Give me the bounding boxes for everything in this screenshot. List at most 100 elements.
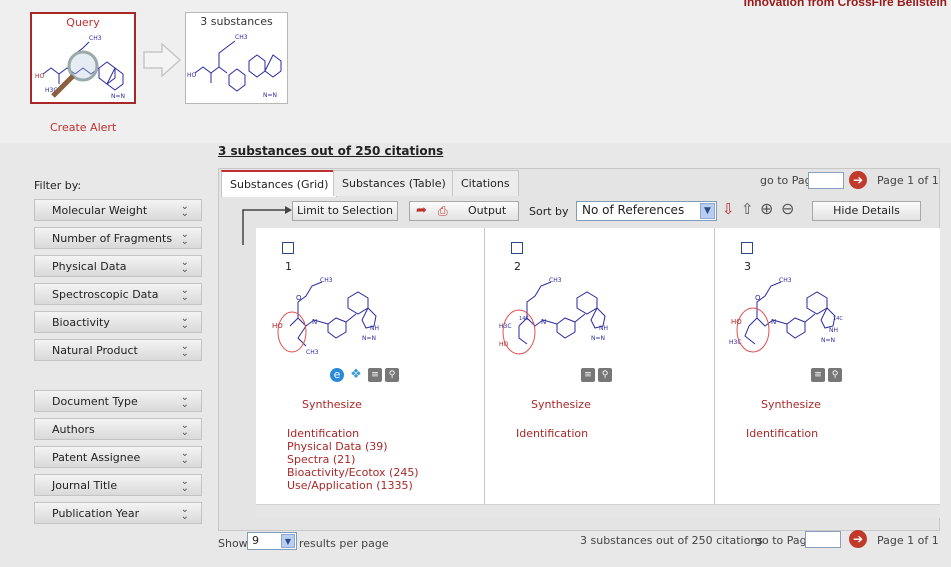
- double-chevron-down-icon: ⌄ ⌄: [180, 341, 189, 359]
- filter-authors[interactable]: Authors ⌄ ⌄: [34, 418, 202, 440]
- output-label: Output: [468, 204, 507, 217]
- sort-descending-icon[interactable]: ⇩: [722, 200, 735, 218]
- physical-data-link[interactable]: Physical Data (39): [287, 440, 419, 453]
- bioactivity-link[interactable]: Bioactivity/Ecotox (245): [287, 466, 419, 479]
- footer-page-info: Page 1 of 1: [877, 534, 939, 547]
- result-summary: 3 substances out of 250 citations: [218, 144, 444, 158]
- tab-substances-table[interactable]: Substances (Table): [333, 170, 455, 196]
- result-select-checkbox[interactable]: [511, 242, 523, 254]
- double-chevron-down-icon: ⌄ ⌄: [180, 313, 189, 331]
- mol-label-n: N: [771, 318, 776, 326]
- show-label: Show: [218, 537, 248, 550]
- magnify-icon[interactable]: ⚲: [828, 368, 842, 382]
- zoom-out-icon[interactable]: ⊖: [781, 199, 794, 218]
- filter-bioactivity[interactable]: Bioactivity ⌄ ⌄: [34, 311, 202, 333]
- synthesize-link[interactable]: Synthesize: [531, 398, 591, 411]
- output-button[interactable]: ➦ ⎙ Output: [409, 201, 519, 221]
- mol-label-ch3: CH3: [320, 277, 333, 284]
- result-card-1: 1 HO O N CH3 CH3 NH N=N e ❖ ≡ ⚲ Synthesi…: [256, 228, 485, 504]
- filter-label: Document Type: [52, 395, 138, 408]
- identification-link[interactable]: Identification: [287, 427, 419, 440]
- mol-label-n: N: [541, 318, 546, 326]
- filter-number-of-fragments[interactable]: Number of Fragments ⌄ ⌄: [34, 227, 202, 249]
- double-chevron-down-icon: ⌄ ⌄: [180, 504, 189, 522]
- mol-label-nn: N=N: [263, 92, 277, 99]
- footer-go-arrow-icon[interactable]: ➔: [849, 530, 867, 548]
- query-thumbnail[interactable]: Query HO H3C N=N CH3: [30, 12, 136, 104]
- molecule-structure-icon: HO O N CH3 CH3 NH N=N: [272, 277, 379, 356]
- double-chevron-down-icon: ⌄ ⌄: [180, 229, 189, 247]
- mol-label-o: O: [755, 294, 761, 302]
- results-per-page-value: 9: [252, 534, 259, 547]
- mol-label-h3c: H3C: [499, 323, 512, 330]
- query-label: Query: [66, 16, 100, 29]
- filter-document-type[interactable]: Document Type ⌄ ⌄: [34, 390, 202, 412]
- filter-physical-data[interactable]: Physical Data ⌄ ⌄: [34, 255, 202, 277]
- details-list-icon[interactable]: ≡: [811, 368, 825, 382]
- internet-explorer-icon[interactable]: e: [330, 368, 344, 382]
- filter-patent-assignee[interactable]: Patent Assignee ⌄ ⌄: [34, 446, 202, 468]
- print-icon: ⎙: [438, 204, 448, 218]
- magnifier-icon: [67, 50, 99, 82]
- mol-label-c14: 14C: [833, 316, 843, 322]
- result-data-links: Identification: [516, 427, 588, 440]
- sort-by-select[interactable]: No of References ▼: [576, 201, 717, 221]
- footer-page-number-input[interactable]: [805, 531, 841, 548]
- result-select-checkbox[interactable]: [282, 242, 294, 254]
- sort-ascending-icon[interactable]: ⇧: [741, 200, 754, 218]
- sort-by-value: No of References: [582, 203, 685, 217]
- create-alert-link[interactable]: Create Alert: [50, 121, 116, 134]
- filter-natural-product[interactable]: Natural Product ⌄ ⌄: [34, 339, 202, 361]
- go-arrow-icon[interactable]: ➔: [849, 171, 867, 189]
- result-select-checkbox[interactable]: [741, 242, 753, 254]
- molecule-structure-icon: HO O N CH3 H3C 14C NH N=N: [729, 277, 843, 353]
- mol-label-c14: 14C: [519, 316, 529, 322]
- result-data-links: Identification: [746, 427, 818, 440]
- identification-link[interactable]: Identification: [516, 427, 588, 440]
- result-thumbnail[interactable]: 3 substances CH3 HO N=N: [185, 12, 288, 104]
- magnify-icon[interactable]: ⚲: [385, 368, 399, 382]
- mol-label-ch3: CH3: [306, 349, 319, 356]
- magnify-icon[interactable]: ⚲: [598, 368, 612, 382]
- mol-label-ho: HO: [272, 322, 283, 330]
- magnifier-handle-icon: [51, 74, 75, 98]
- results-per-page-select[interactable]: 9 ▼: [247, 532, 297, 550]
- tab-substances-grid[interactable]: Substances (Grid): [221, 170, 338, 197]
- spectra-link[interactable]: Spectra (21): [287, 453, 419, 466]
- filter-label: Patent Assignee: [52, 451, 141, 464]
- result-card-2: 2 H3C 14C HO N CH3 NH N=N ≡ ⚲ Synthesize: [485, 228, 715, 504]
- structure-3d-icon[interactable]: ❖: [349, 368, 363, 382]
- hide-details-button[interactable]: Hide Details: [812, 201, 921, 221]
- result-card-3: 3 HO O N CH3 H3C 14C NH N=N ≡ ⚲ Synthesi…: [715, 228, 940, 504]
- identification-link[interactable]: Identification: [746, 427, 818, 440]
- footer-result-summary: 3 substances out of 250 citations: [580, 534, 764, 547]
- use-application-link[interactable]: Use/Application (1335): [287, 479, 419, 492]
- details-list-icon[interactable]: ≡: [581, 368, 595, 382]
- synthesize-link[interactable]: Synthesize: [302, 398, 362, 411]
- zoom-in-icon[interactable]: ⊕: [760, 199, 773, 218]
- result-number: 2: [514, 260, 521, 273]
- chevron-down-icon: ▼: [281, 534, 295, 548]
- synthesize-link[interactable]: Synthesize: [761, 398, 821, 411]
- tab-citations[interactable]: Citations: [452, 170, 519, 196]
- filter-molecular-weight[interactable]: Molecular Weight ⌄ ⌄: [34, 199, 202, 221]
- mol-label-nh: NH: [829, 327, 838, 334]
- mol-label-n: N: [312, 318, 317, 326]
- mol-label-nn: N=N: [111, 93, 125, 100]
- filter-journal-title[interactable]: Journal Title ⌄ ⌄: [34, 474, 202, 496]
- result-number: 1: [285, 260, 292, 273]
- limit-to-selection-button[interactable]: Limit to Selection: [292, 201, 398, 221]
- mol-label-o: O: [296, 294, 302, 302]
- filter-publication-year[interactable]: Publication Year ⌄ ⌄: [34, 502, 202, 524]
- details-list-icon[interactable]: ≡: [368, 368, 382, 382]
- result-number: 3: [744, 260, 751, 273]
- horizontal-scrollbar[interactable]: [256, 504, 940, 518]
- filter-label: Number of Fragments: [52, 232, 173, 245]
- page-number-input[interactable]: [808, 172, 844, 189]
- filter-spectroscopic-data[interactable]: Spectroscopic Data ⌄ ⌄: [34, 283, 202, 305]
- mol-label-ho: HO: [187, 72, 197, 79]
- mol-label-ch3: CH3: [235, 34, 248, 41]
- result-data-links: Identification Physical Data (39) Spectr…: [287, 427, 419, 492]
- chevron-down-icon: ▼: [700, 203, 715, 219]
- query-structure-icon: HO H3C N=N CH3: [35, 35, 125, 100]
